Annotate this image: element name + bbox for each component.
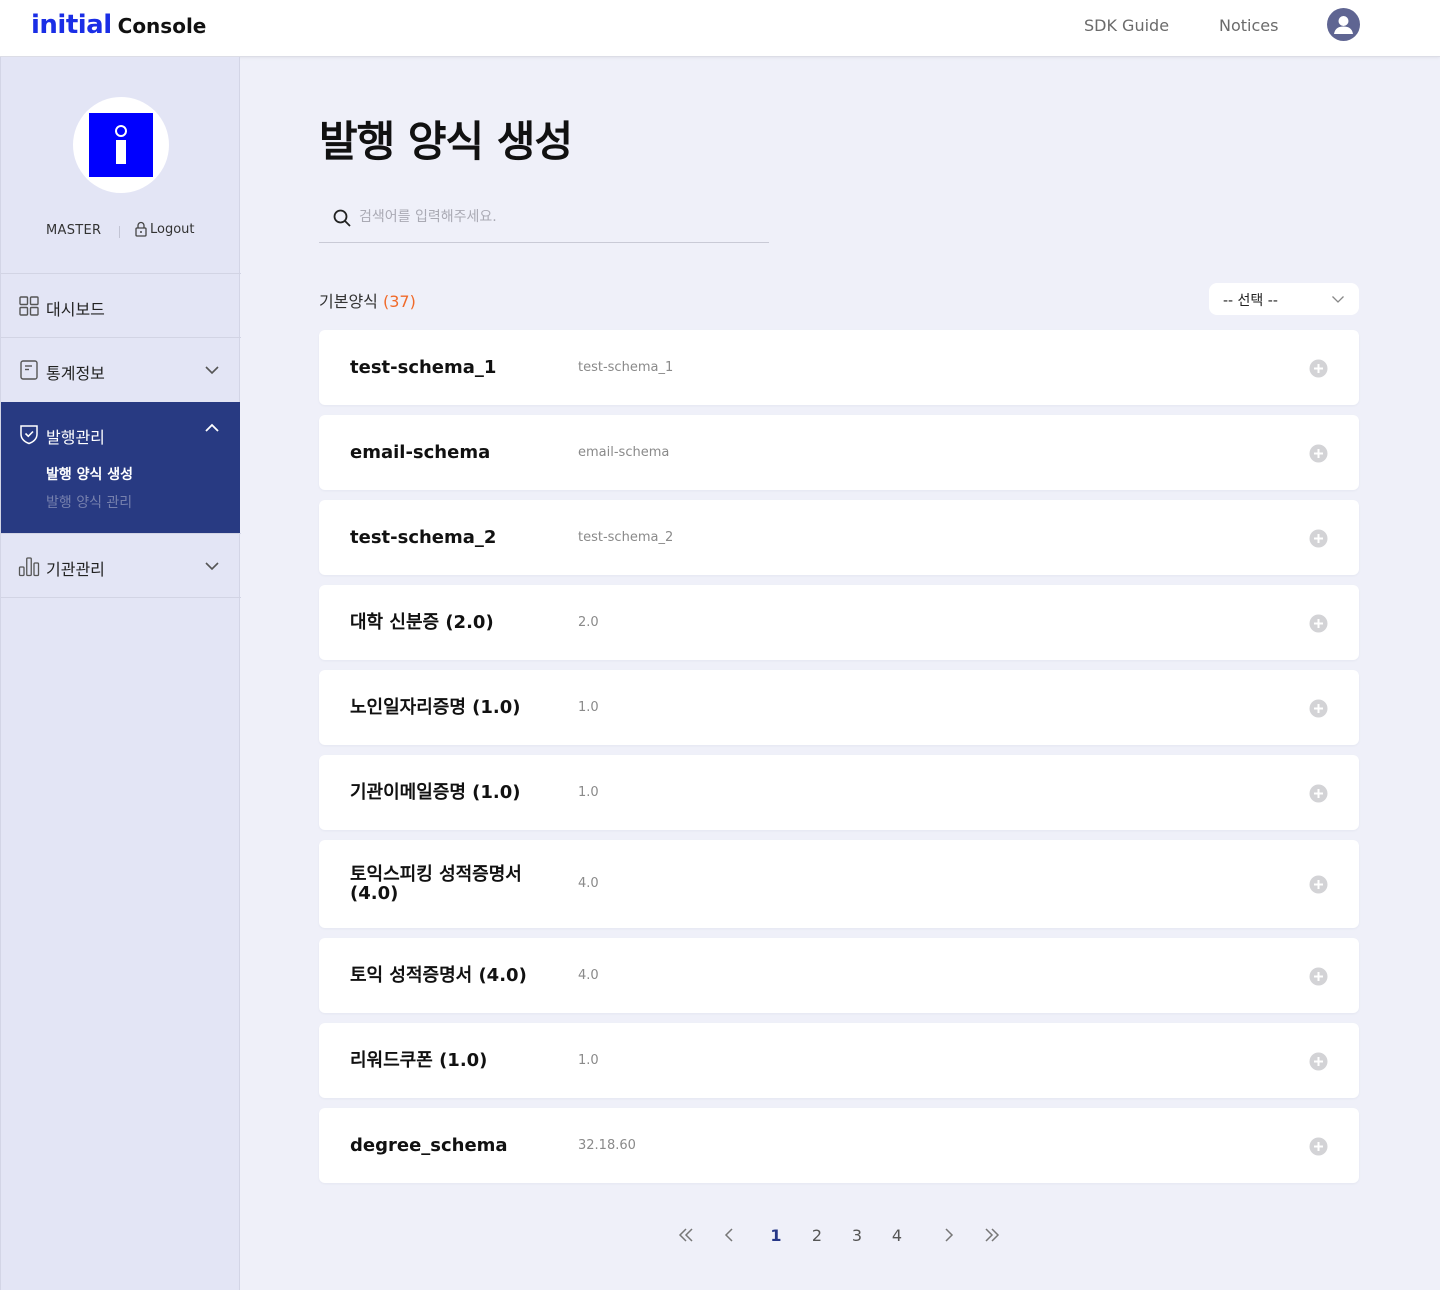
sidebar-item-institution[interactable]: 기관관리 — [1, 534, 240, 598]
schema-name: 기관이메일증명 (1.0) — [350, 782, 521, 803]
add-circle-icon[interactable] — [1309, 699, 1328, 718]
search-bar — [319, 196, 769, 243]
schema-version: 1.0 — [578, 1053, 599, 1068]
menu-divider — [1, 597, 241, 598]
schema-version: test-schema_2 — [578, 530, 674, 545]
page-4-button[interactable]: 4 — [887, 1222, 907, 1248]
profile-divider — [119, 226, 120, 238]
chevron-left-icon — [724, 1228, 733, 1242]
add-circle-icon[interactable] — [1309, 444, 1328, 463]
schema-version: 1.0 — [578, 700, 599, 715]
info-i-icon — [115, 125, 127, 164]
schema-name: test-schema_1 — [350, 357, 497, 378]
search-icon — [333, 209, 351, 227]
schema-name: 리워드쿠폰 (1.0) — [350, 1050, 488, 1071]
schema-row[interactable]: email-schema email-schema — [319, 415, 1359, 490]
schema-row[interactable]: degree_schema 32.18.60 — [319, 1108, 1359, 1183]
schema-name: test-schema_2 — [350, 527, 497, 548]
select-value: -- 선택 -- — [1223, 293, 1278, 309]
list-label: 기본양식 — [319, 292, 378, 311]
logout-label: Logout — [150, 221, 195, 237]
double-chevron-right-icon — [985, 1228, 1000, 1242]
add-circle-icon[interactable] — [1309, 614, 1328, 633]
chevron-down-icon — [1332, 296, 1344, 303]
logout-button[interactable]: Logout — [134, 221, 195, 237]
schema-name: degree_schema — [350, 1135, 508, 1156]
chevron-up-icon — [205, 423, 219, 432]
schema-name: 토익스피킹 성적증명서 (4.0) — [350, 864, 522, 904]
page-2-button[interactable]: 2 — [807, 1222, 827, 1248]
filter-select[interactable]: -- 선택 -- — [1209, 283, 1359, 315]
schema-name: 토익 성적증명서 (4.0) — [350, 965, 527, 986]
schema-version: test-schema_1 — [578, 360, 674, 375]
add-circle-icon[interactable] — [1309, 1052, 1328, 1071]
schema-row[interactable]: 토익 성적증명서 (4.0) 4.0 — [319, 938, 1359, 1013]
nav-sdk-guide[interactable]: SDK Guide — [1084, 16, 1169, 35]
schema-name: 노인일자리증명 (1.0) — [350, 697, 521, 718]
document-icon — [20, 360, 38, 380]
lock-icon — [135, 221, 147, 237]
pagination: 1 2 3 4 — [0, 1222, 1440, 1248]
sidebar-item-label: 통계정보 — [46, 364, 105, 383]
nav-notices[interactable]: Notices — [1219, 16, 1278, 35]
logo-initial-text: initial — [31, 10, 112, 40]
sidebar: MASTER Logout 대시보드 통계정보 발행관리 발행 양식 생성 발행… — [0, 57, 241, 1290]
add-circle-icon[interactable] — [1309, 529, 1328, 548]
add-circle-icon[interactable] — [1309, 967, 1328, 986]
chevron-down-icon — [205, 366, 219, 375]
search-input[interactable] — [359, 204, 759, 230]
schema-row[interactable]: 노인일자리증명 (1.0) 1.0 — [319, 670, 1359, 745]
next-page-button[interactable] — [939, 1222, 959, 1248]
schema-version: 32.18.60 — [578, 1138, 636, 1153]
schema-row[interactable]: test-schema_2 test-schema_2 — [319, 500, 1359, 575]
submenu-item-create-schema[interactable]: 발행 양식 생성 — [46, 464, 133, 484]
sidebar-item-label: 발행관리 — [46, 428, 105, 447]
prev-page-button[interactable] — [719, 1222, 739, 1248]
chevron-down-icon — [205, 562, 219, 571]
schema-version: 2.0 — [578, 615, 599, 630]
add-circle-icon[interactable] — [1309, 875, 1328, 894]
list-heading: 기본양식 (37) — [319, 288, 416, 312]
profile-logo-square — [89, 113, 153, 177]
page-title: 발행 양식 생성 — [319, 117, 573, 166]
bar-chart-icon — [18, 557, 40, 577]
submenu-item-manage-schema[interactable]: 발행 양식 관리 — [46, 492, 132, 512]
dashboard-grid-icon — [19, 296, 39, 316]
schema-version: email-schema — [578, 445, 670, 460]
chevron-right-icon — [945, 1228, 954, 1242]
top-header: initial Console SDK Guide Notices — [0, 0, 1440, 57]
sidebar-item-label: 대시보드 — [46, 300, 105, 319]
schema-version: 4.0 — [578, 968, 599, 983]
user-avatar-button[interactable] — [1327, 8, 1360, 41]
list-count: (37) — [382, 292, 416, 311]
schema-version: 4.0 — [578, 876, 599, 891]
logo-console-text: Console — [117, 14, 207, 38]
schema-row[interactable]: 리워드쿠폰 (1.0) 1.0 — [319, 1023, 1359, 1098]
sidebar-item-statistics[interactable]: 통계정보 — [1, 338, 240, 402]
add-circle-icon[interactable] — [1309, 359, 1328, 378]
page-1-button[interactable]: 1 — [766, 1222, 786, 1248]
sidebar-item-issuance[interactable]: 발행관리 발행 양식 생성 발행 양식 관리 — [1, 402, 240, 533]
schema-row[interactable]: 토익스피킹 성적증명서 (4.0) 4.0 — [319, 840, 1359, 928]
user-icon — [1334, 16, 1353, 34]
sidebar-item-label: 기관관리 — [46, 560, 105, 579]
first-page-button[interactable] — [676, 1222, 696, 1248]
logo[interactable]: initial Console — [31, 10, 206, 40]
schema-row[interactable]: 기관이메일증명 (1.0) 1.0 — [319, 755, 1359, 830]
schema-name: 대학 신분증 (2.0) — [350, 612, 494, 633]
add-circle-icon[interactable] — [1309, 784, 1328, 803]
shield-check-icon — [20, 425, 38, 445]
schema-name: email-schema — [350, 442, 491, 463]
sidebar-item-dashboard[interactable]: 대시보드 — [1, 274, 240, 338]
schema-version: 1.0 — [578, 785, 599, 800]
last-page-button[interactable] — [982, 1222, 1002, 1248]
page-3-button[interactable]: 3 — [847, 1222, 867, 1248]
profile-avatar — [73, 97, 169, 193]
add-circle-icon[interactable] — [1309, 1137, 1328, 1156]
schema-row[interactable]: 대학 신분증 (2.0) 2.0 — [319, 585, 1359, 660]
role-label: MASTER — [46, 223, 102, 238]
profile-row: MASTER Logout — [1, 221, 241, 243]
double-chevron-left-icon — [678, 1228, 693, 1242]
schema-row[interactable]: test-schema_1 test-schema_1 — [319, 330, 1359, 405]
